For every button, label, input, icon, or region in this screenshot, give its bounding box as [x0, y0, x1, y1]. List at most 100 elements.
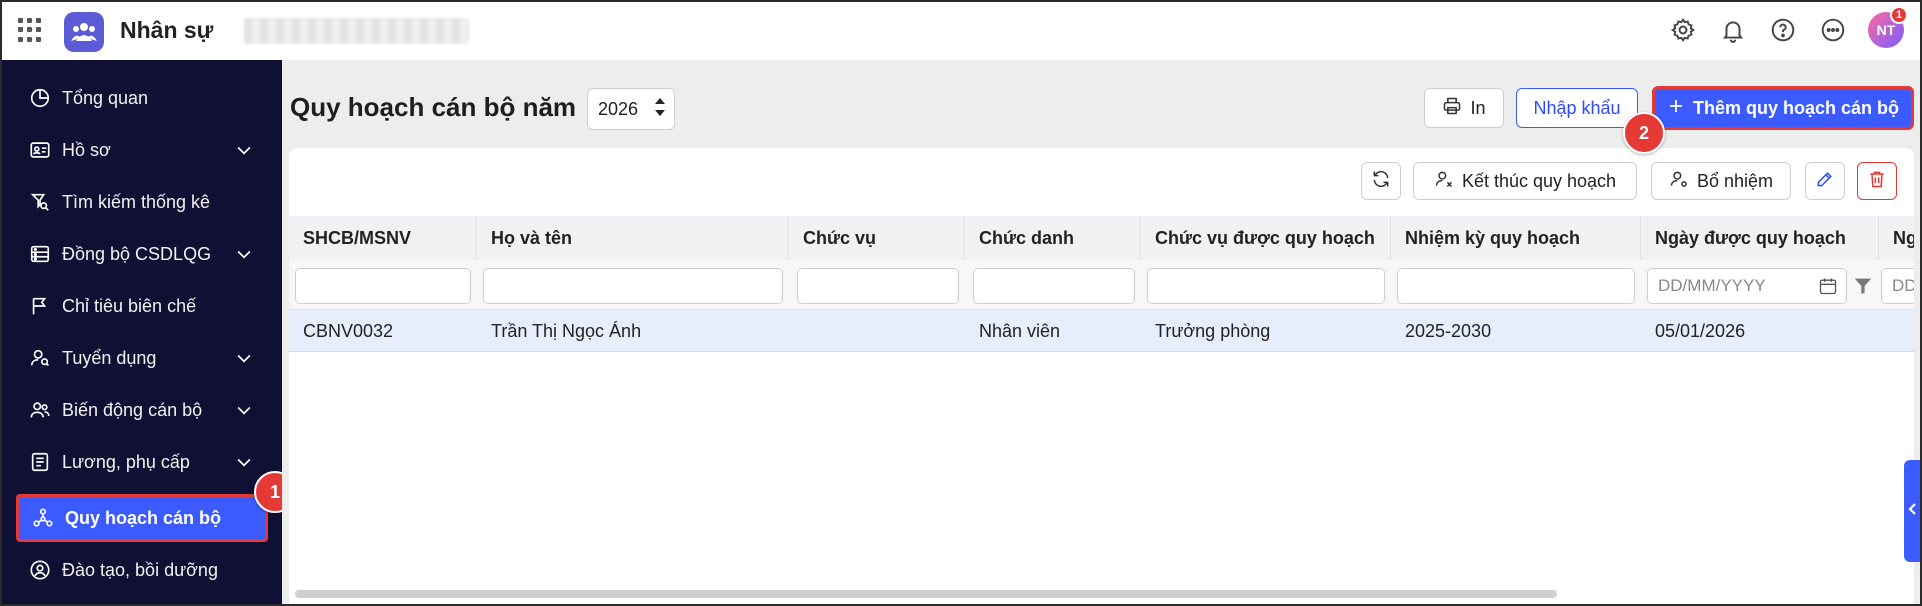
column-header-title[interactable]: Chức danh [965, 216, 1141, 260]
chevron-down-icon [234, 140, 254, 165]
sidebar-item-recruitment[interactable]: Tuyển dụng [16, 334, 268, 382]
sidebar-item-label: Tuyển dụng [62, 347, 157, 368]
sidebar-item-label: Chỉ tiêu biên chế [62, 295, 197, 316]
sidebar-item-search-stats[interactable]: Tìm kiếm thống kê [16, 178, 268, 226]
filter-input-code[interactable] [295, 268, 471, 304]
table-row[interactable]: CBNV0032 Trần Thị Ngọc Ánh Nhân viên Trư… [289, 310, 1914, 352]
user-search-icon [28, 346, 52, 370]
sidebar: Tổng quan Hồ sơ Tìm kiếm thống kê Đồng b… [2, 60, 282, 604]
column-header-code[interactable]: SHCB/MSNV [289, 216, 477, 260]
sidebar-item-db-sync[interactable]: Đồng bộ CSDLQG [16, 230, 268, 278]
cell-name: Trần Thị Ngọc Ánh [491, 320, 642, 341]
filter-input-position[interactable] [797, 268, 959, 304]
help-icon[interactable] [1768, 15, 1798, 45]
date-placeholder-cut: DD [1892, 276, 1914, 295]
horizontal-scrollbar[interactable] [295, 590, 1557, 598]
blurred-org-name [244, 18, 469, 44]
year-value: 2026 [598, 98, 639, 119]
app-grid-icon[interactable] [18, 18, 42, 42]
filter-input-term[interactable] [1397, 268, 1635, 304]
receipt-icon [28, 450, 52, 474]
sidebar-item-profile[interactable]: Hồ sơ [16, 126, 268, 174]
sidebar-item-staff-planning[interactable]: Quy hoạch cán bộ [16, 494, 268, 542]
printer-icon [1442, 96, 1462, 121]
page-title: Quy hoạch cán bộ năm [290, 92, 577, 122]
sidebar-item-training[interactable]: Đào tạo, bồi dưỡng [16, 546, 268, 594]
plus-icon [1667, 97, 1685, 120]
top-icons: NT 1 [1668, 6, 1908, 48]
main-content: Quy hoạch cán bộ năm 2026 In Nhập khẩu T… [282, 60, 1920, 604]
sidebar-item-label: Hồ sơ [62, 139, 111, 160]
cell-title: Nhân viên [979, 320, 1061, 341]
chevron-down-icon [234, 400, 254, 425]
sidebar-item-label: Quy hoạch cán bộ [65, 507, 222, 528]
avatar[interactable]: NT 1 [1868, 6, 1908, 48]
print-button[interactable]: In [1424, 88, 1504, 128]
chevron-down-icon [234, 452, 254, 477]
app-window: Nhân sự NT 1 Tổng quan Hồ sơ Tìm kiếm th… [0, 0, 1922, 606]
column-header-term[interactable]: Nhiệm kỳ quy hoạch [1391, 216, 1641, 260]
user-circle-icon [28, 558, 52, 582]
end-planning-button[interactable]: Kết thúc quy hoạch [1413, 162, 1637, 200]
column-header-planned-date[interactable]: Ngày được quy hoạch [1641, 216, 1879, 260]
collapse-panel-tab[interactable] [1904, 460, 1920, 562]
avatar-initials: NT [1876, 22, 1896, 38]
sidebar-item-label: Đào tạo, bồi dưỡng [62, 559, 218, 580]
appoint-button[interactable]: Bổ nhiệm [1651, 162, 1791, 200]
year-stepper[interactable]: 2026 [587, 88, 675, 130]
refresh-button[interactable] [1361, 162, 1401, 200]
sidebar-item-label: Tổng quan [62, 87, 149, 108]
org-chart-icon [31, 506, 55, 530]
column-header-name[interactable]: Họ và tên [477, 216, 789, 260]
user-remove-icon [1434, 169, 1454, 194]
app-logo-icon [64, 12, 104, 52]
filter-input-title[interactable] [973, 268, 1135, 304]
filter-input-next[interactable]: DD [1881, 268, 1914, 304]
more-icon[interactable] [1818, 15, 1848, 45]
column-header-position[interactable]: Chức vụ [789, 216, 965, 260]
date-placeholder: DD/MM/YYYY [1658, 276, 1766, 295]
database-sync-icon [28, 242, 52, 266]
filter-input-date[interactable]: DD/MM/YYYY [1647, 268, 1847, 304]
delete-button[interactable] [1857, 162, 1897, 200]
filter-row: DD/MM/YYYY DD [289, 260, 1914, 310]
top-bar: Nhân sự NT 1 [2, 2, 1920, 60]
end-planning-label: Kết thúc quy hoạch [1461, 170, 1617, 191]
pie-chart-icon [28, 86, 52, 110]
add-planning-button[interactable]: Thêm quy hoạch cán bộ [1652, 86, 1914, 130]
gear-icon[interactable] [1668, 15, 1698, 45]
spinner-arrows[interactable] [654, 97, 666, 117]
sidebar-item-overview[interactable]: Tổng quan [16, 74, 268, 122]
id-card-icon [28, 138, 52, 162]
sidebar-item-salary[interactable]: Lương, phụ cấp [16, 438, 268, 486]
sidebar-item-staff-changes[interactable]: Biến động cán bộ [16, 386, 268, 434]
column-header-next[interactable]: Ng [1879, 216, 1914, 260]
cell-term: 2025-2030 [1405, 320, 1492, 341]
filter-input-planned-position[interactable] [1147, 268, 1385, 304]
bell-icon[interactable] [1718, 15, 1748, 45]
trash-icon [1867, 169, 1887, 194]
chevron-down-icon [234, 348, 254, 373]
edit-button[interactable] [1805, 162, 1845, 200]
cell-planned-position: Trưởng phòng [1155, 320, 1271, 341]
cell-position [789, 310, 803, 352]
sidebar-item-quota[interactable]: Chỉ tiêu biên chế [16, 282, 268, 330]
step-badge-2: 2 [1623, 112, 1665, 154]
calendar-icon[interactable] [1818, 276, 1838, 301]
chevron-left-icon [1907, 502, 1919, 521]
app-name: Nhân sự [120, 17, 214, 43]
sidebar-item-label: Lương, phụ cấp [62, 451, 190, 472]
sidebar-item-label: Đồng bộ CSDLQG [62, 243, 212, 264]
chevron-down-icon [234, 244, 254, 269]
filter-input-name[interactable] [483, 268, 783, 304]
edit-icon [1815, 169, 1835, 194]
arrow-up-icon[interactable] [654, 97, 666, 105]
import-button[interactable]: Nhập khẩu [1516, 88, 1638, 128]
cell-code: CBNV0032 [303, 320, 394, 341]
filter-icon[interactable] [1853, 277, 1873, 300]
print-label: In [1470, 97, 1486, 118]
cell-date: 05/01/2026 [1655, 320, 1746, 341]
arrow-down-icon[interactable] [654, 109, 666, 117]
table-panel: Kết thúc quy hoạch Bổ nhiệm SHCB/MSNV Họ… [289, 148, 1914, 604]
column-header-planned-position[interactable]: Chức vụ được quy hoạch [1141, 216, 1391, 260]
